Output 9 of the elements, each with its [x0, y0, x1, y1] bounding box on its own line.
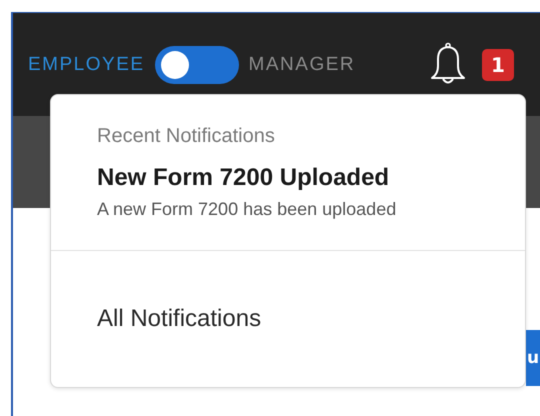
notification-badge: 1 — [482, 48, 514, 80]
page-button[interactable]: u — [526, 330, 540, 386]
toggle-switch[interactable] — [154, 46, 239, 84]
all-notifications-link[interactable]: All Notifications — [97, 305, 262, 333]
menu-heading: Recent Notifications — [96, 124, 276, 148]
mode-label[interactable]: MANAGER — [248, 54, 356, 76]
notification-description: A new Form 7200 has been uploaded — [97, 200, 398, 218]
notification-title[interactable]: New Form 7200 Uploaded — [97, 164, 525, 192]
mode-label[interactable]: EMPLOYEE — [28, 54, 145, 76]
